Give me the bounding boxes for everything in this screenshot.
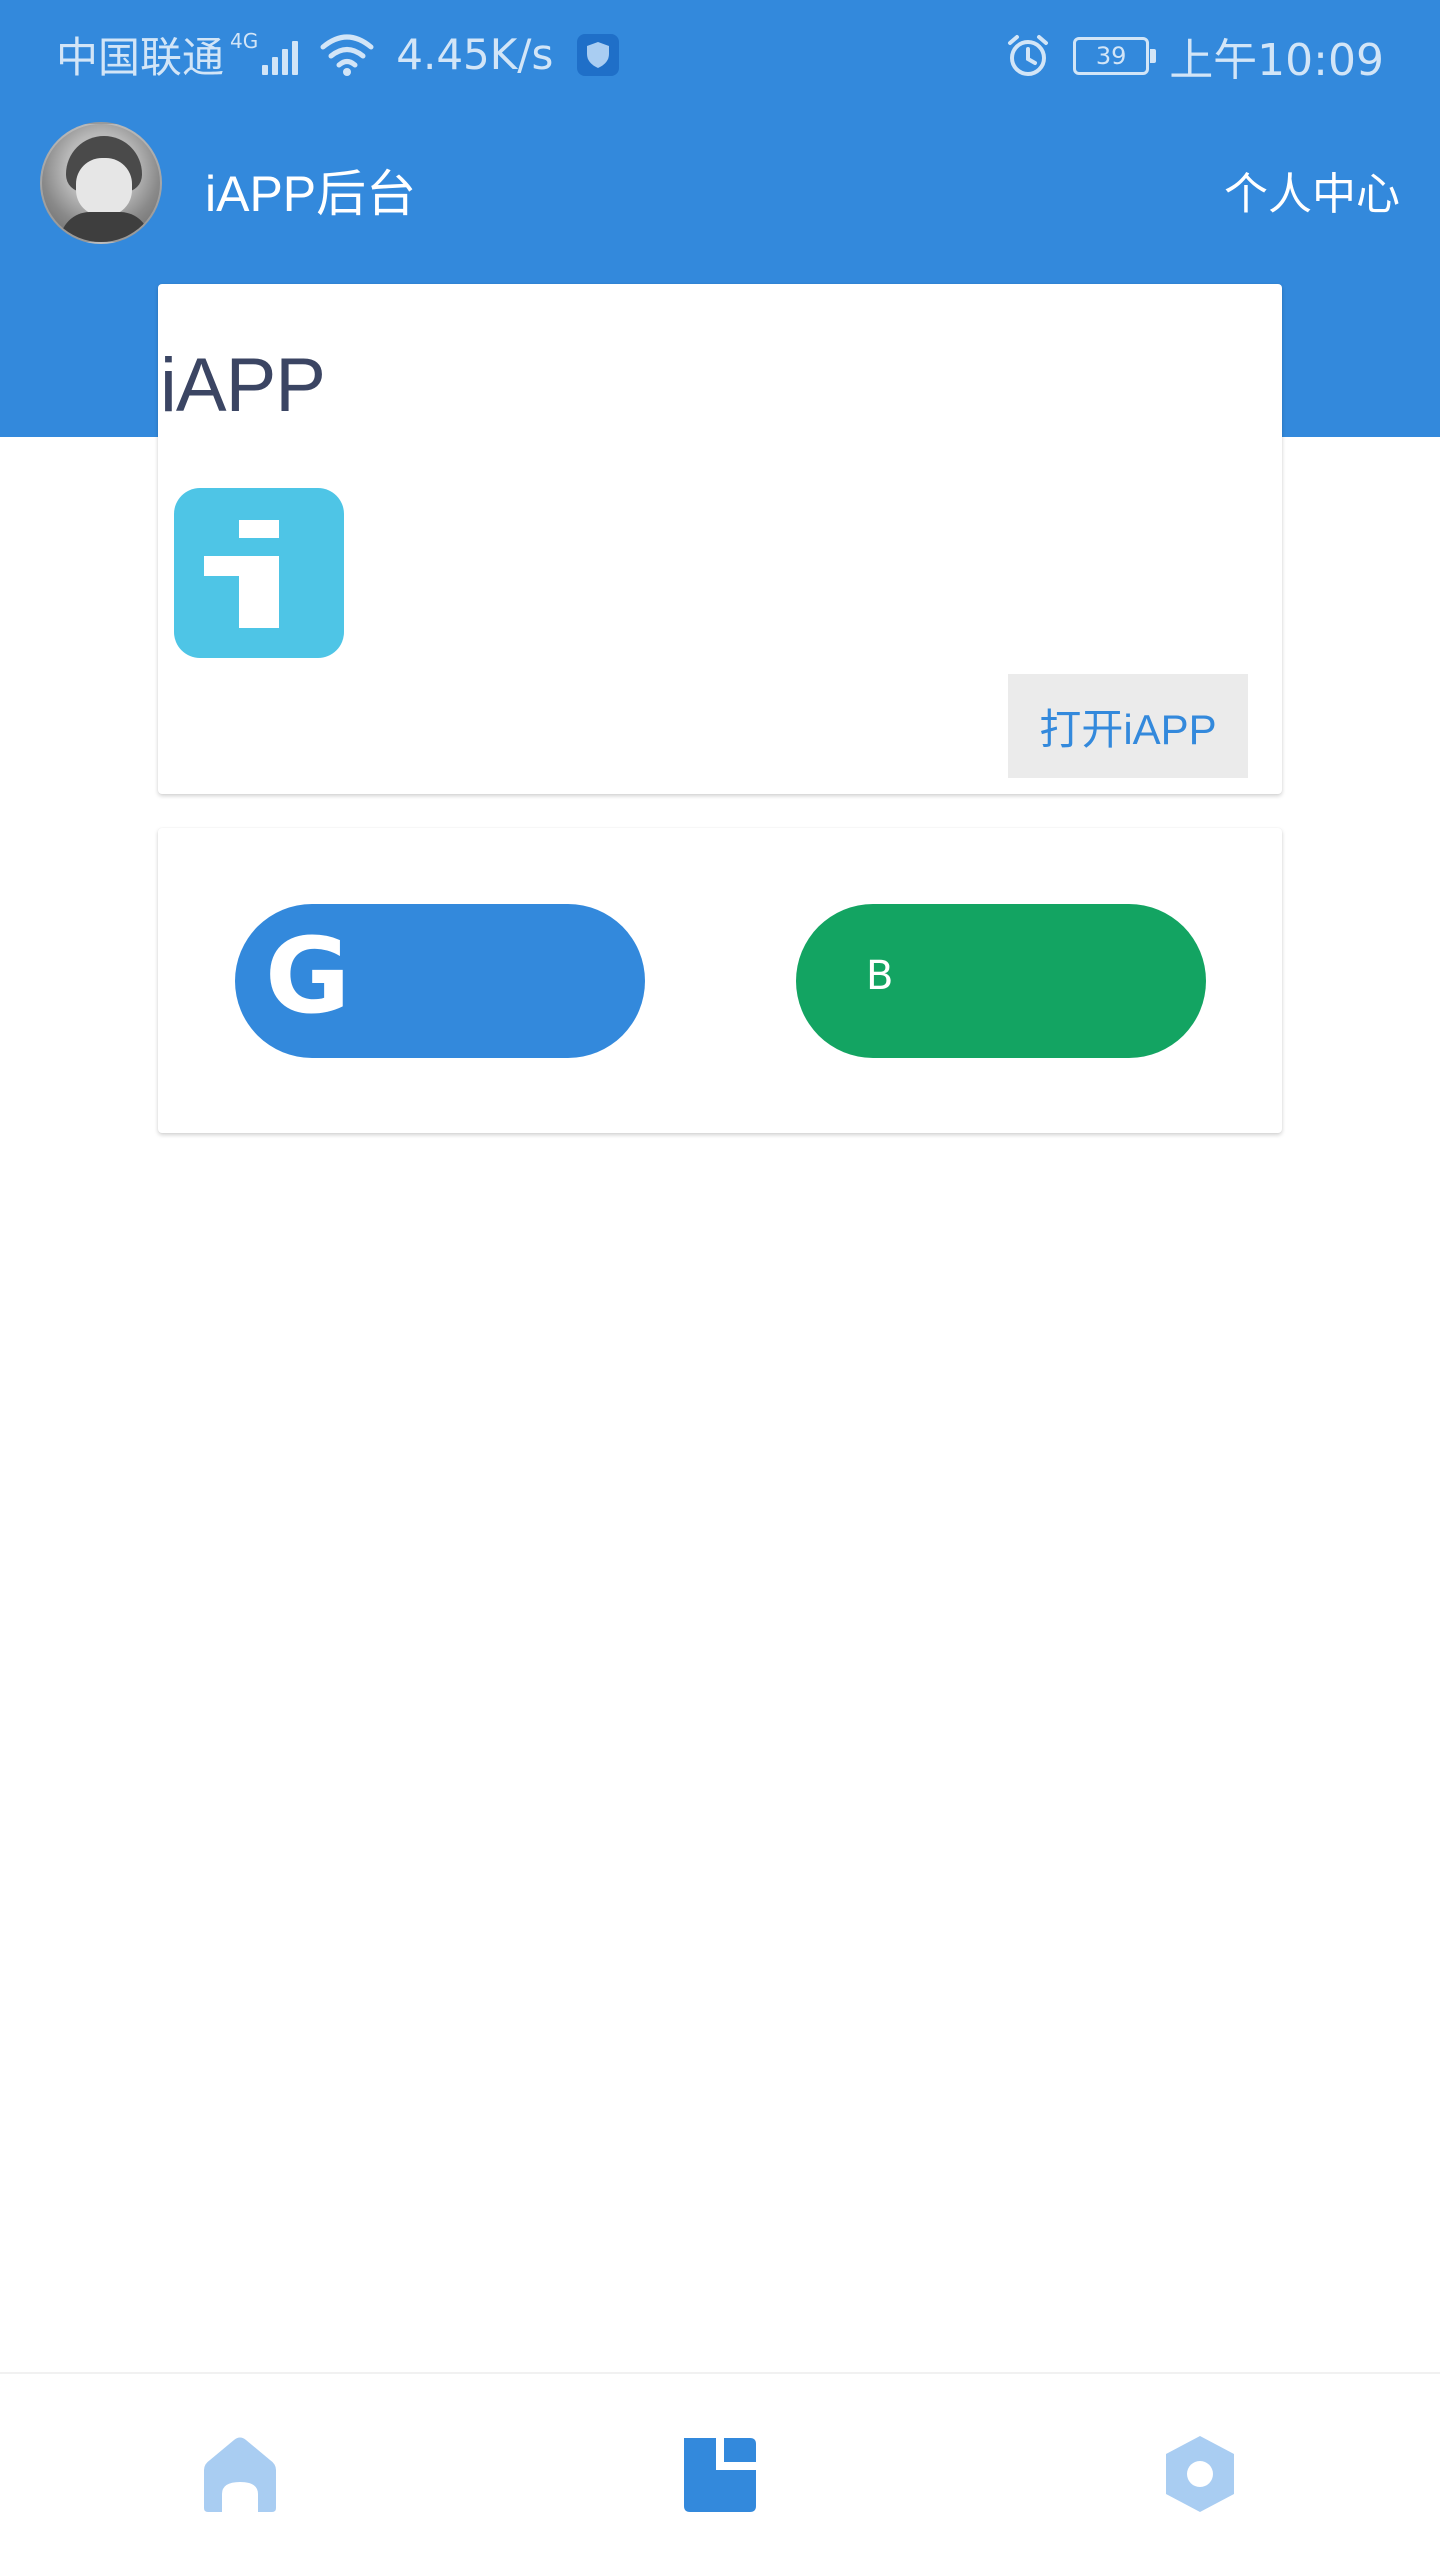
- home-icon: [204, 2437, 276, 2512]
- status-bar: 中国联通 4G 4.45K/s 39 上午10:09: [0, 0, 1440, 100]
- logo-stem: [239, 556, 279, 628]
- nav-item-home[interactable]: [185, 2424, 295, 2524]
- settings-icon: [1166, 2436, 1234, 2512]
- status-bar-left: 中国联通 4G 4.45K/s: [56, 24, 620, 85]
- iapp-logo-icon: [174, 488, 344, 658]
- g-letter-icon: G: [265, 915, 351, 1037]
- open-iapp-button[interactable]: 打开iAPP: [1008, 674, 1248, 778]
- logo-dot: [239, 520, 279, 538]
- network-speed-label: 4.45K/s: [396, 30, 554, 79]
- battery-icon: 39: [1073, 37, 1157, 75]
- signal-icon: [262, 35, 302, 75]
- b-button[interactable]: B: [796, 904, 1206, 1058]
- avatar-body: [60, 212, 150, 242]
- app-bar: iAPP后台 个人中心: [0, 110, 1440, 260]
- app-card: iAPP 打开iAPP: [158, 284, 1282, 794]
- actions-card: G B: [158, 828, 1282, 1133]
- g-button[interactable]: G: [235, 904, 645, 1058]
- dashboard-icon: [684, 2438, 756, 2512]
- network-type-label: 4G: [230, 28, 259, 53]
- clock-label: 上午10:09: [1169, 35, 1384, 86]
- wifi-icon: [320, 34, 374, 76]
- app-card-title: iAPP: [160, 343, 326, 428]
- battery-level-label: 39: [1095, 42, 1127, 70]
- avatar-face: [76, 158, 132, 216]
- screen: 中国联通 4G 4.45K/s 39 上午10:09 iAPP后台 个人中心 i…: [0, 0, 1440, 2560]
- nav-item-dashboard[interactable]: [665, 2424, 775, 2524]
- carrier-label: 中国联通: [56, 33, 225, 82]
- b-letter-label: B: [866, 953, 894, 999]
- alarm-clock-icon: [1008, 35, 1049, 76]
- app-title: iAPP后台: [205, 166, 417, 222]
- nav-item-settings[interactable]: [1145, 2424, 1255, 2524]
- status-bar-right: 39 上午10:09: [1005, 24, 1384, 88]
- avatar[interactable]: [40, 122, 162, 244]
- bottom-navigation: [0, 2372, 1440, 2560]
- personal-center-link[interactable]: 个人中心: [1224, 158, 1400, 222]
- security-shield-icon: [577, 33, 620, 76]
